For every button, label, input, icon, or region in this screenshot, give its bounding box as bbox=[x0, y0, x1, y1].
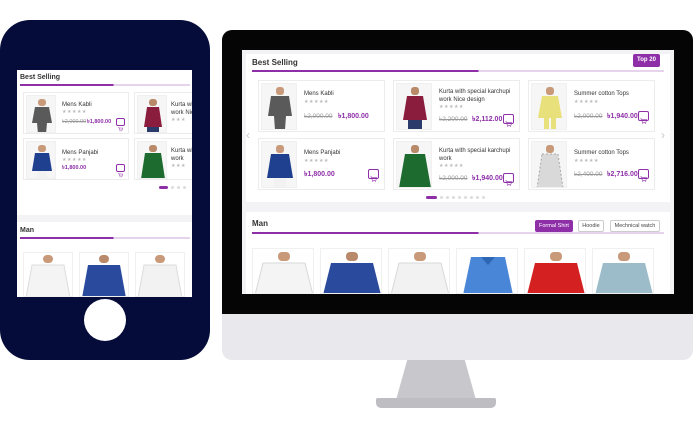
phone-product-card[interactable]: Kurta wi work Nice ★★★ bbox=[134, 92, 192, 134]
product-image[interactable] bbox=[531, 83, 567, 130]
phone-product-card[interactable]: Mens Panjabi ★★★★★ ৳1,800.00 bbox=[23, 138, 129, 180]
rating-stars-icon: ★★★★★ bbox=[304, 99, 329, 105]
cart-icon[interactable] bbox=[116, 118, 125, 132]
phone-shirt-image[interactable] bbox=[79, 252, 129, 297]
price: ৳1,940.00 bbox=[472, 175, 503, 182]
phone-screen: Best Selling Mens Kabli ★★★★★ ৳2,000.00 … bbox=[17, 70, 192, 297]
phone-title-underline bbox=[20, 237, 190, 239]
rating-stars-icon: ★★★★★ bbox=[574, 99, 599, 105]
shirt-image[interactable] bbox=[456, 248, 518, 294]
price: ৳2,112.00 bbox=[472, 116, 503, 123]
tab-formal-shirt[interactable]: Formal Shirt bbox=[535, 220, 573, 232]
product-name[interactable]: Summer cotton Tops bbox=[574, 149, 654, 157]
product-image[interactable] bbox=[137, 95, 167, 133]
shirt-image[interactable] bbox=[388, 248, 450, 294]
phone-carousel-dots[interactable] bbox=[159, 186, 186, 189]
best-selling-section: Best Selling Top 20 ‹ › Mens Kabli ★★★★★… bbox=[246, 54, 670, 202]
rating-stars-icon: ★★★★★ bbox=[439, 163, 464, 169]
product-card[interactable]: Summer cotton Tops ★★★★★ ৳2,000.00 ৳1,94… bbox=[528, 80, 655, 132]
product-image[interactable] bbox=[261, 141, 297, 188]
product-name[interactable]: Mens Kabli bbox=[304, 90, 382, 98]
man-title: Man bbox=[252, 219, 268, 228]
phone-man-section: Man bbox=[17, 222, 192, 297]
best-selling-title: Best Selling bbox=[252, 58, 298, 67]
product-card[interactable]: Mens Panjabi ★★★★★ ৳1,800.00 bbox=[258, 138, 385, 190]
monitor-bezel: Best Selling Top 20 ‹ › Mens Kabli ★★★★★… bbox=[222, 30, 693, 314]
phone-product-card[interactable]: Mens Kabli ★★★★★ ৳2,000.00 ৳1,800.00 bbox=[23, 92, 129, 134]
cart-icon[interactable] bbox=[638, 111, 649, 124]
shirt-image[interactable] bbox=[252, 248, 314, 294]
carousel-prev-arrow-icon[interactable]: ‹ bbox=[246, 128, 250, 142]
rating-stars-icon: ★★★ bbox=[171, 117, 186, 123]
product-image[interactable] bbox=[531, 141, 567, 188]
product-card[interactable]: Summer cotton Tops ★★★★★ ৳2,400.00 ৳2,71… bbox=[528, 138, 655, 190]
phone-shirt-image[interactable] bbox=[23, 252, 73, 297]
shirt-image[interactable] bbox=[320, 248, 382, 294]
cart-icon[interactable] bbox=[638, 169, 649, 182]
shirt-image[interactable] bbox=[592, 248, 654, 294]
cart-icon[interactable] bbox=[368, 169, 379, 182]
product-card[interactable]: Kurta with special karchupi work Nice de… bbox=[393, 80, 520, 132]
product-name[interactable]: Mens Panjabi bbox=[304, 149, 382, 157]
rating-stars-icon: ★★★★★ bbox=[62, 157, 87, 163]
product-image[interactable] bbox=[396, 83, 432, 130]
carousel-next-arrow-icon[interactable]: › bbox=[661, 128, 665, 142]
product-name[interactable]: Kurta wi work Nice bbox=[171, 101, 192, 117]
product-name[interactable]: Mens Panjabi bbox=[62, 149, 128, 157]
shirt-image[interactable] bbox=[524, 248, 586, 294]
old-price: ৳2,000.00 bbox=[304, 113, 333, 120]
cart-icon[interactable] bbox=[503, 173, 514, 186]
product-name[interactable]: Kurta wi work bbox=[171, 147, 192, 163]
rating-stars-icon: ★★★★★ bbox=[62, 109, 87, 115]
monitor-screen: Best Selling Top 20 ‹ › Mens Kabli ★★★★★… bbox=[242, 50, 674, 294]
top-20-badge[interactable]: Top 20 bbox=[633, 54, 660, 67]
rating-stars-icon: ★★★★★ bbox=[574, 158, 599, 164]
rating-stars-icon: ★★★★★ bbox=[304, 158, 329, 164]
price: ৳1,800.00 bbox=[338, 113, 369, 120]
phone-title-underline bbox=[20, 84, 190, 86]
product-name[interactable]: Kurta with special karchupi work Nice de… bbox=[439, 88, 519, 104]
old-price: ৳2,000.00 bbox=[62, 119, 87, 125]
phone-best-selling-section: Best Selling Mens Kabli ★★★★★ ৳2,000.00 … bbox=[17, 70, 192, 215]
phone-shirt-image[interactable] bbox=[135, 252, 185, 297]
tab-mechnical-watch[interactable]: Mechnical watch bbox=[610, 220, 660, 232]
carousel-dots[interactable] bbox=[426, 196, 485, 199]
old-price: ৳2,000.00 bbox=[574, 113, 603, 120]
product-image[interactable] bbox=[26, 95, 56, 133]
product-name[interactable]: Summer cotton Tops bbox=[574, 90, 654, 98]
man-section: Man Formal Shirt Hoodie Mechnical watch bbox=[246, 212, 670, 294]
title-underline bbox=[252, 232, 664, 234]
product-image[interactable] bbox=[261, 83, 297, 130]
product-image[interactable] bbox=[396, 141, 432, 188]
monitor-stand-base bbox=[376, 398, 496, 408]
phone-best-selling-title: Best Selling bbox=[20, 74, 61, 81]
phone-product-card[interactable]: Kurta wi work ★★★ bbox=[134, 138, 192, 180]
tab-hoodie[interactable]: Hoodie bbox=[578, 220, 604, 232]
cart-icon[interactable] bbox=[503, 114, 514, 127]
product-card[interactable]: Kurta with special karchupi work ★★★★★ ৳… bbox=[393, 138, 520, 190]
old-price: ৳2,200.00 bbox=[439, 116, 468, 123]
price: ৳1,800.00 bbox=[87, 119, 112, 125]
title-underline bbox=[252, 70, 664, 72]
product-image[interactable] bbox=[137, 141, 167, 179]
product-name[interactable]: Kurta with special karchupi work bbox=[439, 147, 519, 163]
old-price: ৳2,400.00 bbox=[574, 171, 603, 178]
product-image[interactable] bbox=[26, 141, 56, 179]
price: ৳1,800.00 bbox=[304, 171, 335, 178]
rating-stars-icon: ★★★★★ bbox=[439, 104, 464, 110]
phone-device: Best Selling Mens Kabli ★★★★★ ৳2,000.00 … bbox=[0, 20, 210, 360]
price: ৳1,940.00 bbox=[607, 113, 638, 120]
phone-home-button[interactable] bbox=[84, 299, 126, 341]
product-card[interactable]: Mens Kabli ★★★★★ ৳2,000.00 ৳1,800.00 bbox=[258, 80, 385, 132]
cart-icon[interactable] bbox=[116, 164, 125, 178]
phone-man-title: Man bbox=[20, 227, 34, 234]
old-price: ৳2,000.00 bbox=[439, 175, 468, 182]
product-name[interactable]: Mens Kabli bbox=[62, 101, 128, 109]
price: ৳2,716.00 bbox=[607, 171, 638, 178]
rating-stars-icon: ★★★ bbox=[171, 163, 186, 169]
monitor-stand-neck bbox=[396, 360, 476, 400]
price: ৳1,800.00 bbox=[62, 165, 87, 171]
desktop-monitor: Best Selling Top 20 ‹ › Mens Kabli ★★★★★… bbox=[222, 30, 693, 360]
